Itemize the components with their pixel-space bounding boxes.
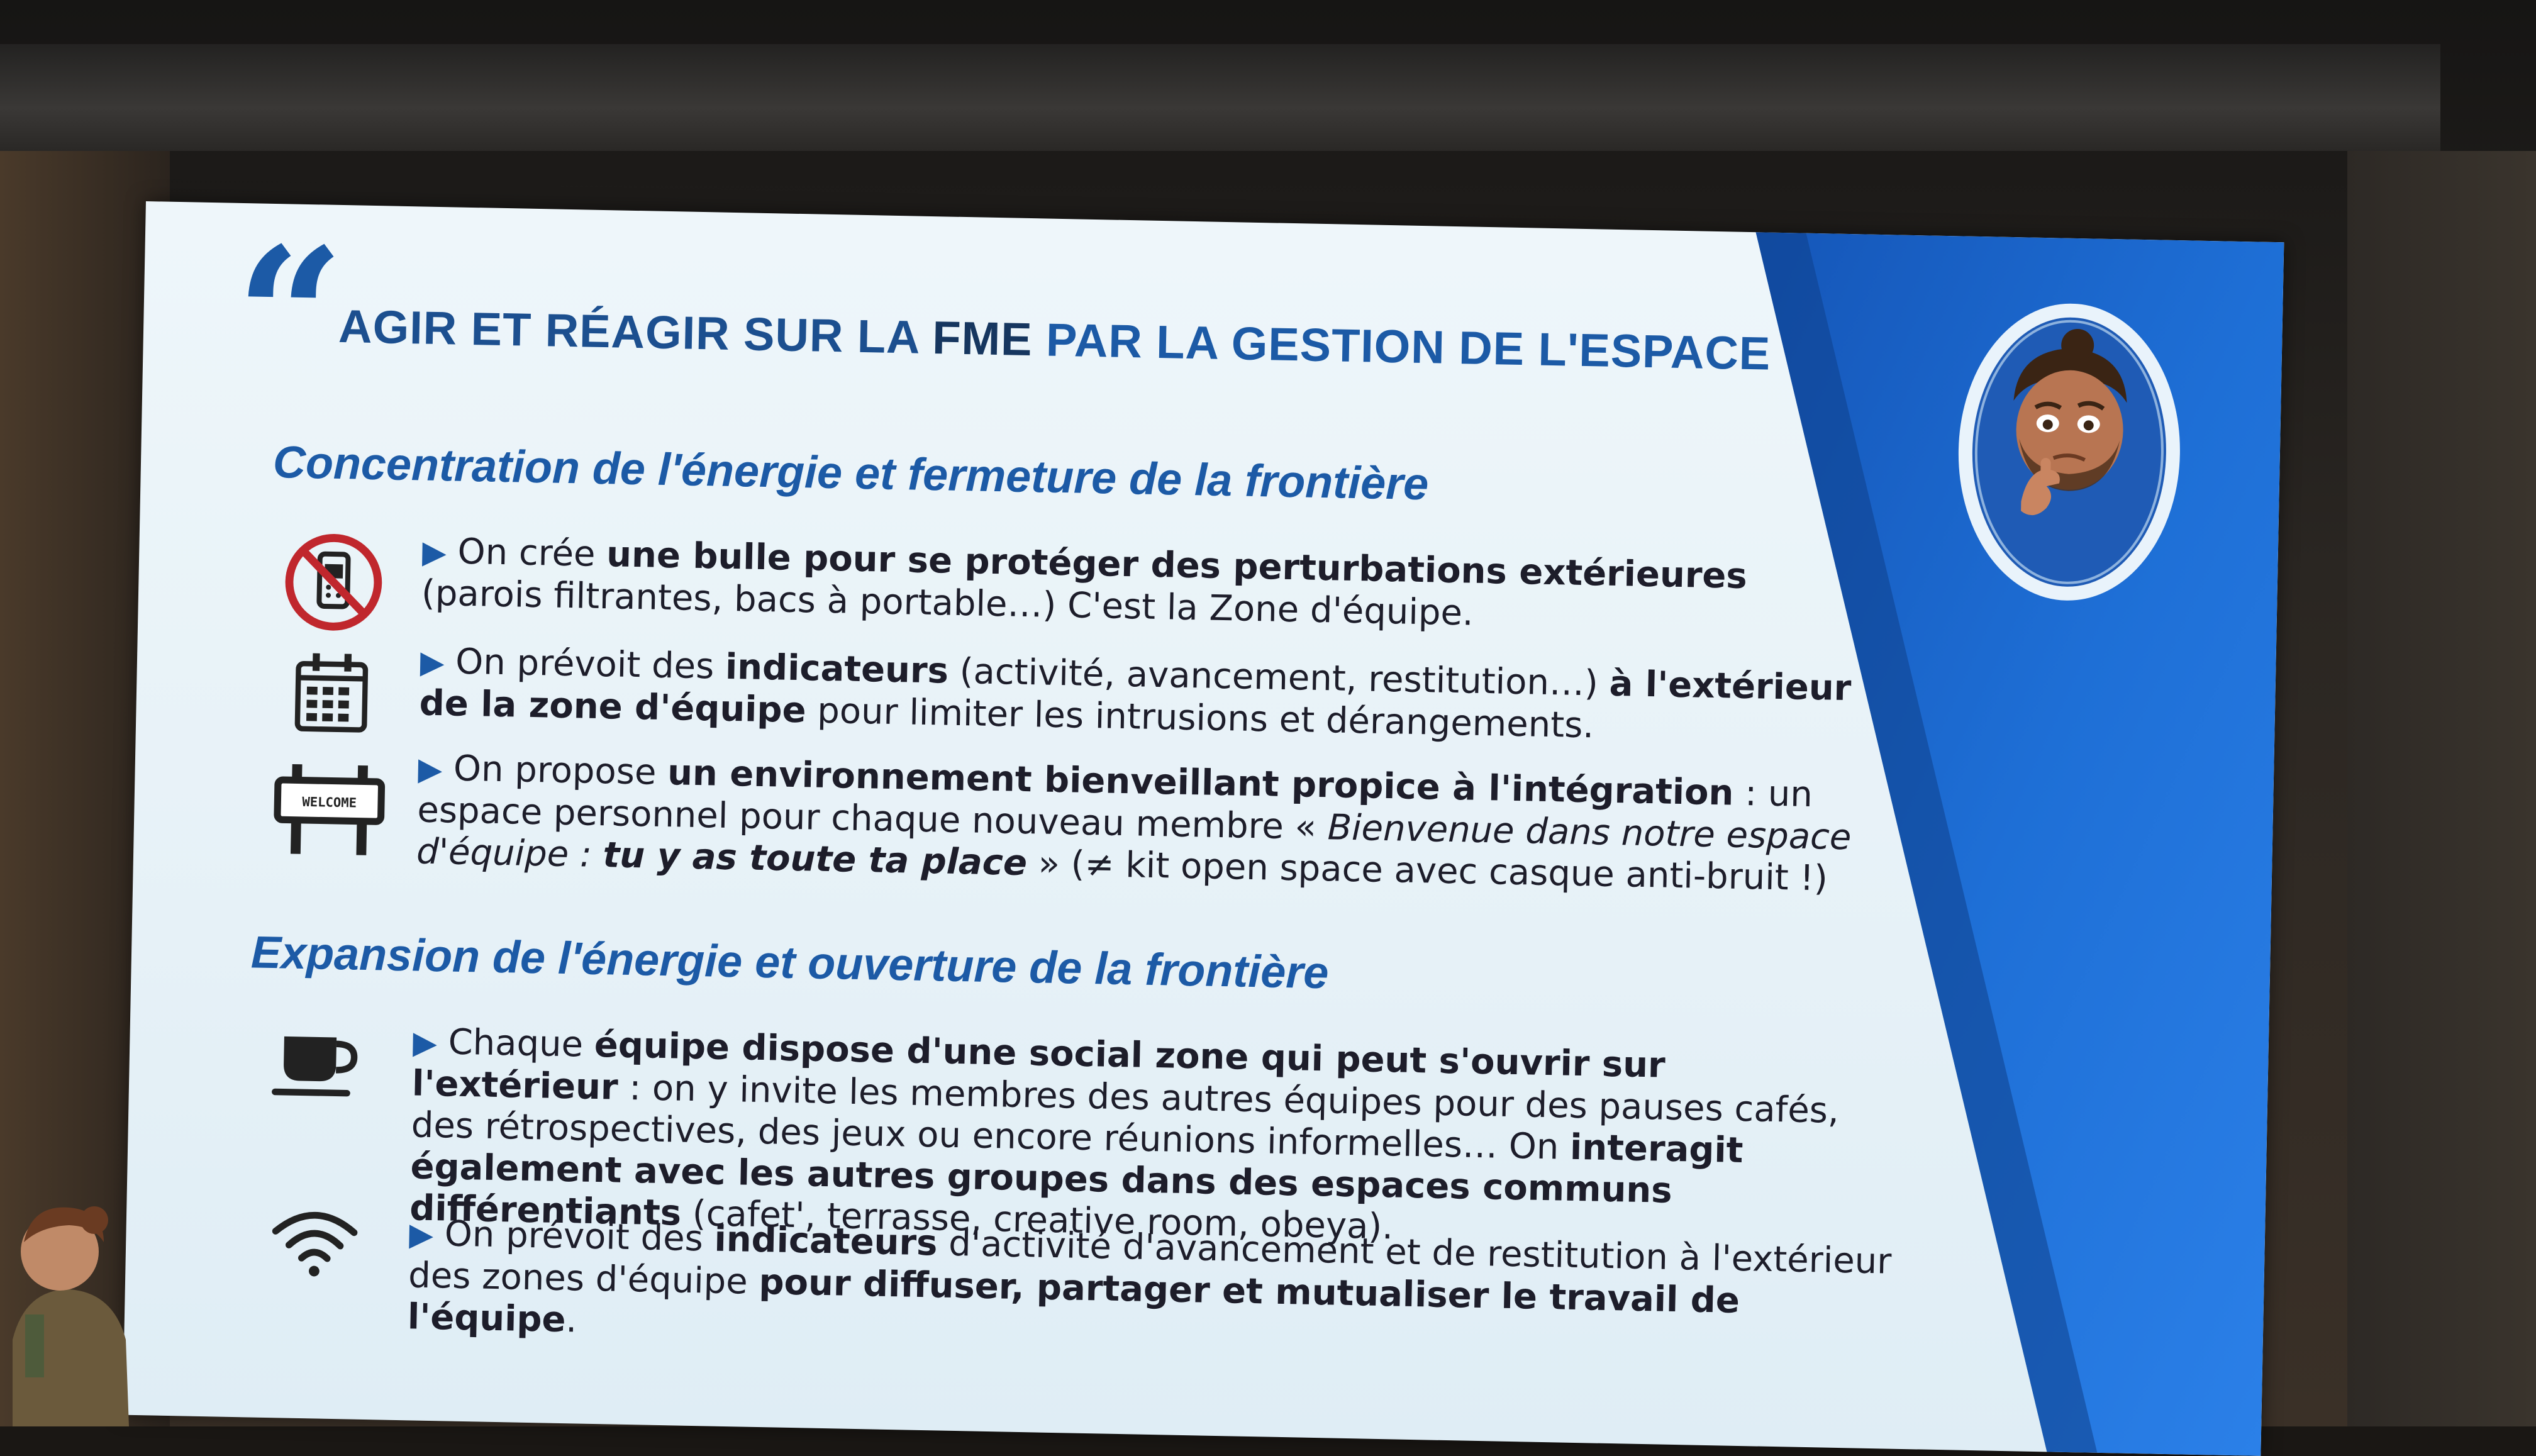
wifi-icon: [272, 1211, 358, 1277]
bullet-bold-text: indicateurs: [725, 646, 949, 692]
projector-screen-frame: [0, 44, 2440, 151]
welcome-sign-text: WELCOME: [302, 794, 357, 811]
quote-mark: “: [233, 204, 346, 430]
thinking-avatar-icon: [1958, 303, 2180, 601]
bullet-marker: ▶: [421, 533, 447, 571]
bullet-marker: ▶: [408, 1216, 434, 1253]
bullet-marker: ▶: [420, 643, 445, 681]
bullet-bold-italic-text: tu y as toute ta place: [603, 835, 1028, 884]
coffee-cup-icon: [272, 1036, 358, 1097]
calendar-icon: [294, 653, 369, 733]
bullet-text: On propose: [442, 748, 668, 794]
bullet-text: Chaque: [437, 1021, 595, 1065]
bullet-text: .: [565, 1299, 577, 1341]
no-phone-icon: [285, 534, 382, 631]
bullet-bold-text: indicateurs: [713, 1218, 938, 1264]
presenter-person: [13, 1206, 129, 1426]
title-part-1: AGIR ET RÉAGIR SUR LA: [338, 299, 933, 364]
welcome-sign-icon: WELCOME: [274, 764, 386, 855]
bullet-marker: ▶: [418, 750, 443, 788]
bullet-text: On prévoit des: [443, 641, 726, 687]
title-part-2: FME: [932, 311, 1033, 366]
bullet-marker: ▶: [412, 1024, 438, 1062]
right-wall: [2347, 151, 2536, 1426]
bullet-text: On prévoit des: [433, 1213, 715, 1260]
bullet-text: On crée: [446, 531, 607, 575]
presentation-slide: “ AGIR ET RÉAGIR SUR LA FME PAR LA GESTI…: [122, 201, 2284, 1456]
